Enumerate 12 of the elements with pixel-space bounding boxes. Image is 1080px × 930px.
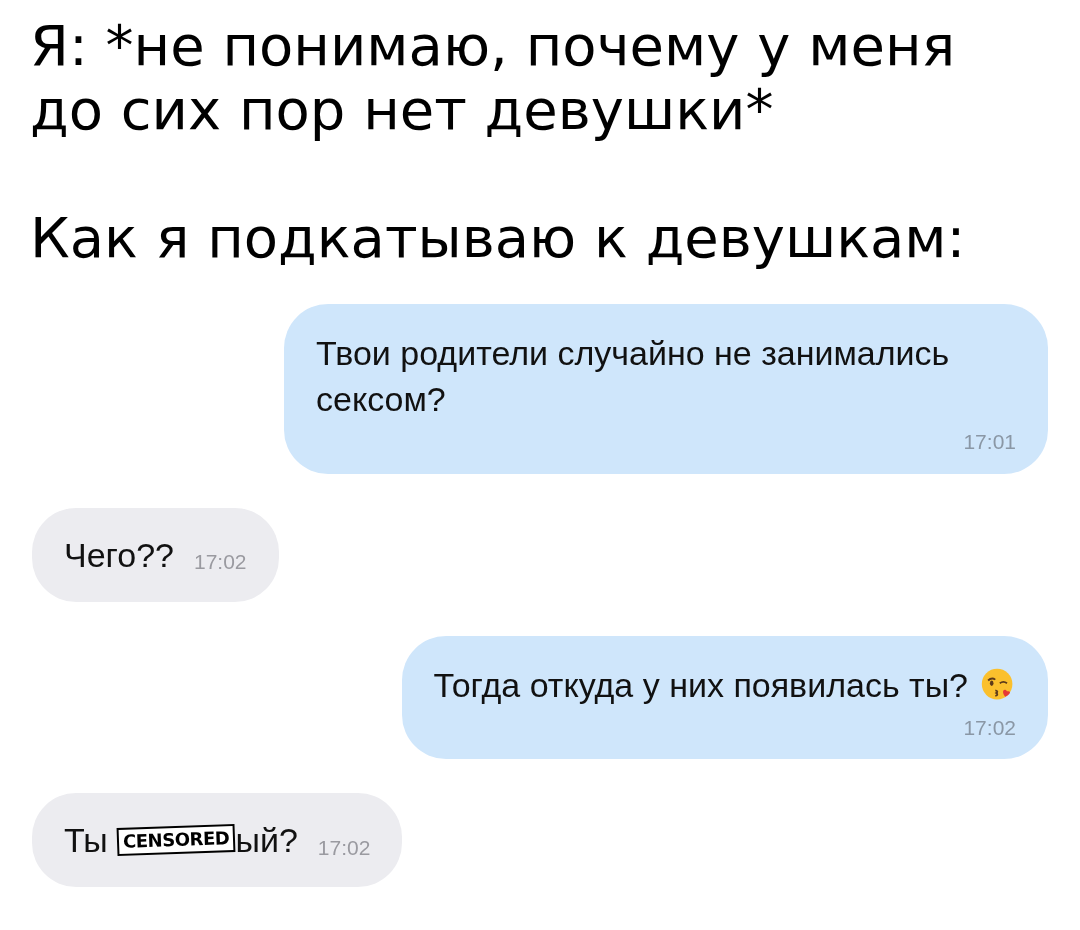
- message-time: 17:02: [317, 834, 371, 861]
- message-text: Чего??: [64, 534, 174, 576]
- message-text: ый?: [235, 820, 298, 861]
- caption-text: Как я подкатываю к девушкам:: [30, 206, 967, 270]
- message-text: Твои родители случайно не занимались сексом?: [316, 333, 951, 420]
- caption-text: Я: *не понимаю, почему у меня до сих пор нет девушки*: [30, 14, 957, 142]
- message-time: 17:02: [193, 549, 247, 575]
- censored-stamp: CENSORED: [116, 823, 236, 857]
- message-time: 17:01: [963, 429, 1016, 455]
- message-text: Тогда откуда у них появилась ты?: [433, 664, 968, 706]
- message-text: Ты: [64, 820, 109, 861]
- message-time: 17:02: [963, 714, 1016, 741]
